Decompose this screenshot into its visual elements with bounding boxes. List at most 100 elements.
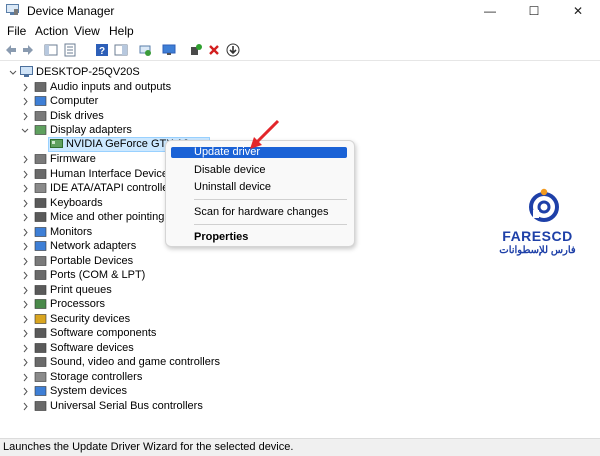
- print-icon: [34, 284, 47, 295]
- menu-help[interactable]: Help: [109, 24, 134, 38]
- tree-item-label: Storage controllers: [50, 370, 143, 383]
- chevron-right-icon[interactable]: [20, 239, 30, 254]
- security-icon: [34, 313, 47, 324]
- device-manager-icon: [6, 4, 19, 15]
- tree-item-label: Audio inputs and outputs: [50, 80, 172, 93]
- chevron-right-icon[interactable]: [20, 80, 30, 95]
- network-icon: [34, 241, 47, 251]
- watermark-subtitle: فارس للإسطوانات: [499, 245, 576, 256]
- chevron-right-icon[interactable]: [20, 341, 30, 356]
- monitor-icon: [34, 226, 47, 237]
- monitor-icon[interactable]: [162, 43, 176, 57]
- menu-file[interactable]: File: [7, 24, 26, 38]
- tree-item-label: Disk drives: [50, 109, 104, 122]
- disk-icon: [34, 110, 47, 121]
- hid-icon: [34, 168, 47, 179]
- tree-item-label: Software devices: [50, 341, 134, 354]
- chevron-right-icon[interactable]: [20, 196, 30, 211]
- minimize-button[interactable]: —: [468, 0, 512, 22]
- chevron-right-icon[interactable]: [20, 399, 30, 414]
- status-bar: Launches the Update Driver Wizard for th…: [0, 438, 600, 456]
- context-menu: Update driver Disable device Uninstall d…: [165, 140, 355, 247]
- chevron-down-icon[interactable]: [8, 65, 18, 80]
- watermark-name: FARESCD: [502, 228, 573, 244]
- tree-item-label: IDE ATA/ATAPI controllers: [50, 182, 178, 194]
- menu-action[interactable]: Action: [35, 24, 68, 38]
- tree-item-label: Mice and other pointing de: [50, 211, 180, 223]
- chevron-right-icon[interactable]: [20, 109, 30, 124]
- status-text: Launches the Update Driver Wizard for th…: [3, 441, 294, 453]
- processor-icon: [34, 299, 47, 309]
- chevron-right-icon[interactable]: [20, 167, 30, 182]
- menu-bar: File Action View Help: [0, 22, 600, 40]
- chevron-down-icon[interactable]: [20, 123, 30, 138]
- software-components-icon: [34, 328, 47, 338]
- software-devices-icon: [34, 342, 47, 353]
- display-icon: [34, 125, 47, 135]
- chevron-right-icon[interactable]: [20, 268, 30, 283]
- chevron-right-icon[interactable]: [20, 326, 30, 341]
- display-adapter-icon: [50, 139, 63, 148]
- properties-icon[interactable]: [63, 43, 77, 57]
- computer-icon: [34, 96, 47, 106]
- chevron-right-icon[interactable]: [20, 384, 30, 399]
- watermark: FARESCD فارس للإسطوانات: [480, 188, 595, 268]
- menu-item-properties[interactable]: Properties: [194, 231, 248, 243]
- firmware-icon: [34, 154, 47, 164]
- chevron-right-icon[interactable]: [20, 312, 30, 327]
- chevron-right-icon[interactable]: [20, 355, 30, 370]
- window-title: Device Manager: [27, 4, 115, 18]
- annotation-arrow-icon: [250, 119, 280, 149]
- tree-item-label: Security devices: [50, 312, 131, 325]
- close-button[interactable]: ✕: [556, 0, 600, 22]
- usb-icon: [34, 400, 47, 411]
- tree-root-label: DESKTOP-25QV20S: [36, 66, 140, 78]
- menu-item-scan[interactable]: Scan for hardware changes: [194, 206, 329, 218]
- menu-item-disable-device[interactable]: Disable device: [194, 164, 266, 176]
- menu-view[interactable]: View: [74, 24, 100, 38]
- maximize-button[interactable]: ☐: [512, 0, 556, 22]
- chevron-right-icon[interactable]: [20, 152, 30, 167]
- chevron-right-icon[interactable]: [20, 94, 30, 109]
- chevron-right-icon[interactable]: [20, 283, 30, 298]
- audio-icon: [34, 81, 47, 92]
- toolbar: ?: [0, 40, 600, 61]
- menu-separator: [194, 199, 347, 200]
- show-hide-tree-icon[interactable]: [44, 43, 58, 57]
- chevron-right-icon[interactable]: [20, 370, 30, 385]
- title-bar: Device Manager — ☐ ✕: [0, 0, 600, 22]
- tree-item-label: Human Interface Devices: [50, 167, 174, 180]
- help-icon[interactable]: ?: [95, 43, 109, 57]
- scan-hardware-icon[interactable]: [138, 43, 152, 57]
- portable-icon: [34, 255, 47, 266]
- ide-icon: [34, 183, 47, 193]
- tree-item-label: System devices: [50, 385, 128, 397]
- uninstall-icon[interactable]: [207, 43, 221, 57]
- update-driver-icon[interactable]: [226, 43, 240, 57]
- tree-item-label: Sound, video and game controllers: [50, 356, 220, 368]
- tree-item-label: Network adapters: [50, 240, 137, 252]
- ports-icon: [34, 270, 47, 280]
- back-arrow-icon[interactable]: [4, 43, 18, 57]
- forward-arrow-icon[interactable]: [21, 43, 35, 57]
- add-driver-icon[interactable]: [189, 43, 203, 57]
- menu-item-uninstall-device[interactable]: Uninstall device: [194, 181, 271, 193]
- chevron-right-icon[interactable]: [20, 210, 30, 225]
- action-pane-icon[interactable]: [114, 43, 128, 57]
- chevron-right-icon[interactable]: [20, 181, 30, 196]
- svg-text:?: ?: [99, 46, 105, 57]
- chevron-right-icon[interactable]: [20, 225, 30, 240]
- mouse-icon: [34, 212, 47, 222]
- tree-item-label: Software components: [50, 327, 157, 339]
- tree-item-label: Portable Devices: [50, 254, 134, 267]
- tree-item-label: Firmware: [50, 153, 96, 165]
- tree-item-label: Universal Serial Bus controllers: [50, 399, 203, 412]
- menu-separator: [194, 224, 347, 225]
- tree-item-label: Ports (COM & LPT): [50, 269, 146, 281]
- sound-icon: [34, 357, 47, 367]
- tree-item-label: Monitors: [50, 225, 93, 238]
- chevron-right-icon[interactable]: [20, 254, 30, 269]
- chevron-right-icon[interactable]: [20, 297, 30, 312]
- tree-item-label: Processors: [50, 298, 106, 310]
- tree-item-label: Computer: [50, 95, 99, 107]
